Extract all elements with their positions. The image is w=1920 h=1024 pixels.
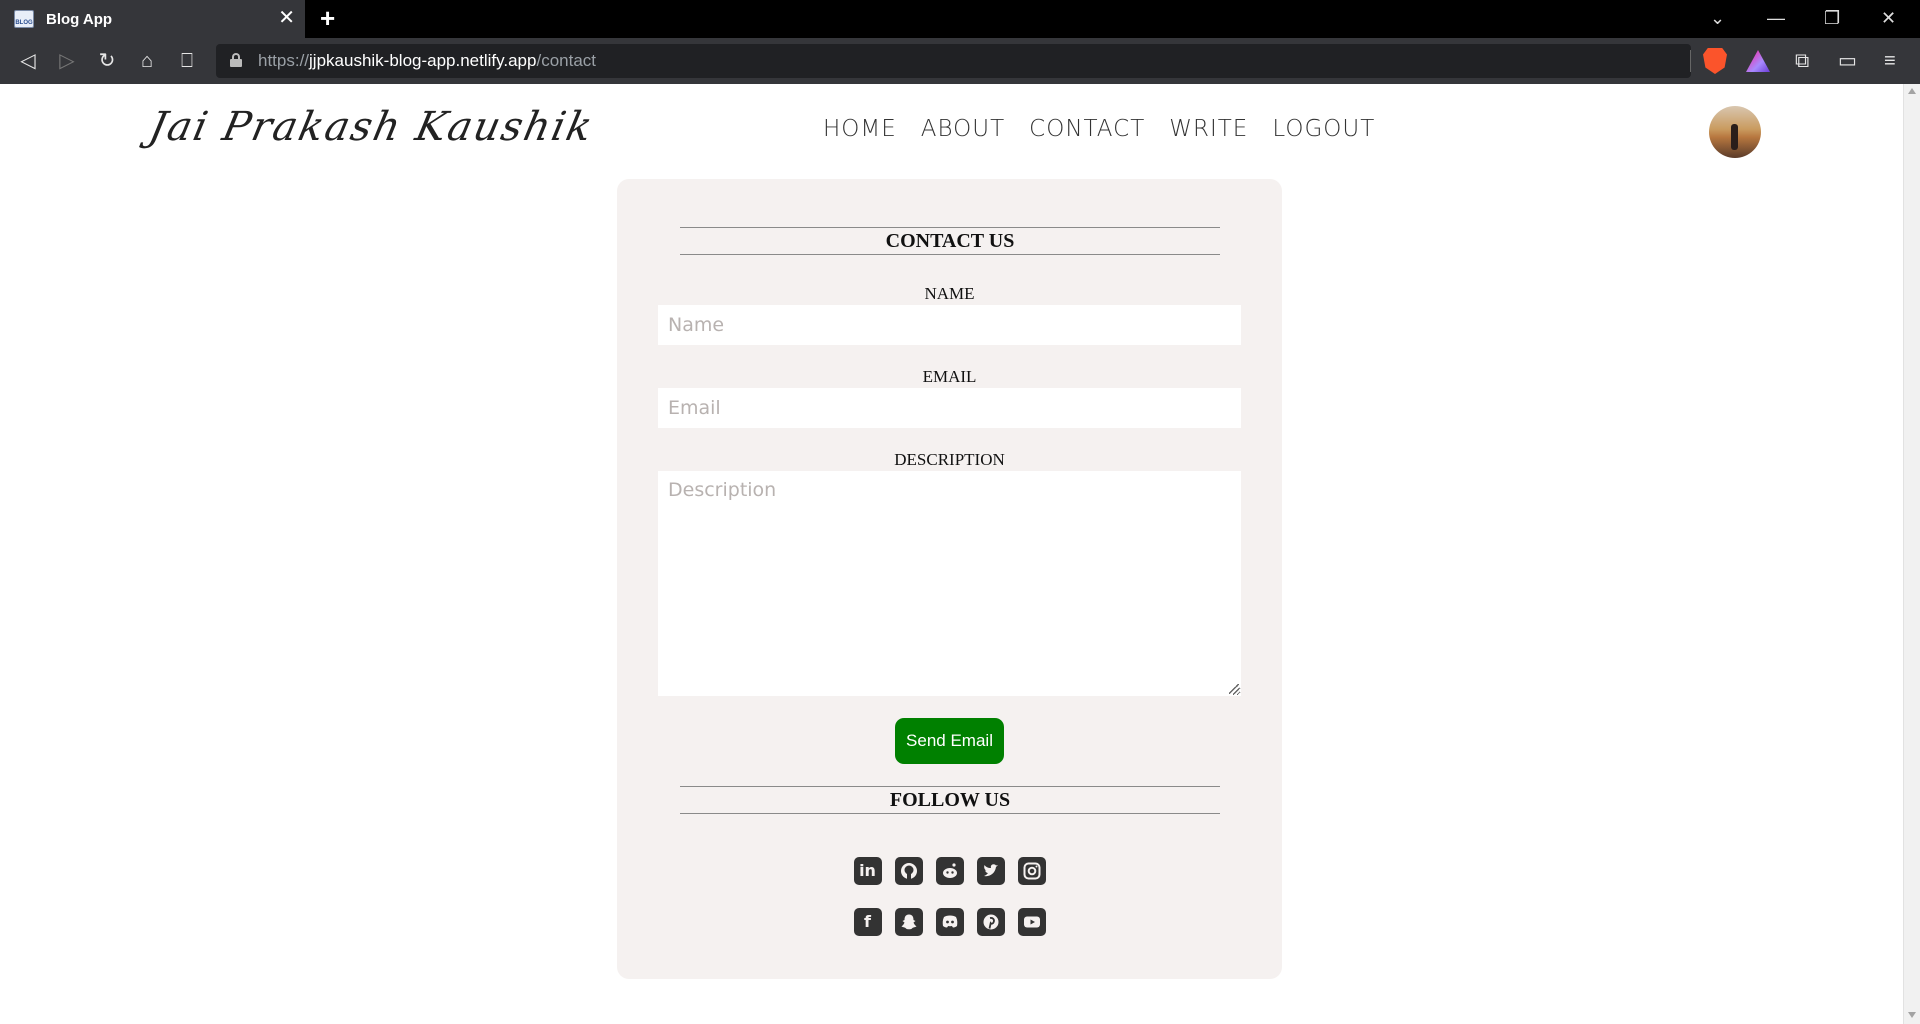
description-textarea[interactable] bbox=[658, 471, 1241, 696]
brave-shields-icon[interactable] bbox=[1703, 48, 1727, 74]
pinterest-icon[interactable] bbox=[976, 908, 1005, 936]
github-icon[interactable] bbox=[894, 857, 923, 885]
back-icon[interactable]: ◁ bbox=[15, 48, 41, 74]
nav-write[interactable]: WRITE bbox=[1169, 116, 1248, 142]
lock-icon[interactable] bbox=[230, 53, 242, 67]
browser-tab-strip: BLOG Blog App ✕ + ⌄ — ❐ ✕ bbox=[0, 0, 1920, 38]
page-scrollbar[interactable] bbox=[1903, 84, 1920, 1024]
forward-icon[interactable]: ▷ bbox=[54, 48, 80, 74]
snapchat-icon[interactable] bbox=[894, 908, 923, 936]
name-label: NAME bbox=[924, 284, 975, 303]
nav-about[interactable]: ABOUT bbox=[921, 116, 1005, 142]
tab-title: Blog App bbox=[46, 10, 113, 28]
bookmark-icon[interactable]: ⎕ bbox=[174, 48, 200, 74]
facebook-icon[interactable]: f bbox=[853, 908, 882, 936]
brave-rewards-icon[interactable] bbox=[1746, 50, 1770, 72]
contact-card: CONTACT US NAME EMAIL DESCRIPTION Send E… bbox=[617, 179, 1282, 979]
textarea-resize-handle[interactable] bbox=[1229, 684, 1239, 694]
new-tab-icon[interactable]: + bbox=[320, 5, 335, 31]
social-row-1: in bbox=[617, 857, 1282, 885]
site-logo[interactable]: Jai Prakash Kaushik bbox=[145, 104, 598, 150]
user-avatar[interactable] bbox=[1709, 106, 1761, 158]
address-bar[interactable]: https://jjpkaushik-blog-app.netlify.app/… bbox=[216, 44, 1691, 78]
email-input[interactable] bbox=[658, 388, 1241, 428]
follow-us-title: FOLLOW US bbox=[680, 786, 1220, 814]
url-text: https://jjpkaushik-blog-app.netlify.app/… bbox=[258, 51, 597, 70]
nav-contact[interactable]: CONTACT bbox=[1029, 116, 1145, 142]
contact-us-title: CONTACT US bbox=[680, 227, 1220, 255]
wallet-icon[interactable]: ▭ bbox=[1838, 48, 1857, 74]
restore-icon[interactable]: ❐ bbox=[1824, 6, 1840, 30]
page-content: Jai Prakash Kaushik HOME ABOUT CONTACT W… bbox=[0, 84, 1903, 1024]
nav-home[interactable]: HOME bbox=[823, 116, 897, 142]
browser-tab[interactable]: BLOG Blog App ✕ bbox=[0, 0, 305, 38]
close-tab-icon[interactable]: ✕ bbox=[278, 8, 295, 28]
close-window-icon[interactable]: ✕ bbox=[1881, 6, 1896, 30]
reddit-icon[interactable] bbox=[935, 857, 964, 885]
toolbar-divider bbox=[1690, 50, 1691, 72]
reload-icon[interactable]: ↻ bbox=[94, 48, 120, 74]
tab-search-icon[interactable]: ⌄ bbox=[1710, 6, 1725, 30]
social-row-2: f bbox=[617, 908, 1282, 936]
nav-logout[interactable]: LOGOUT bbox=[1272, 116, 1375, 142]
linkedin-icon[interactable]: in bbox=[853, 857, 882, 885]
send-email-button[interactable]: Send Email bbox=[895, 718, 1004, 764]
menu-icon[interactable]: ≡ bbox=[1884, 48, 1896, 74]
discord-icon[interactable] bbox=[935, 908, 964, 936]
extensions-icon[interactable]: ⧉ bbox=[1795, 48, 1809, 74]
email-label: EMAIL bbox=[922, 367, 977, 386]
youtube-icon[interactable] bbox=[1017, 908, 1046, 936]
scroll-up-icon[interactable] bbox=[1908, 88, 1916, 94]
minimize-icon[interactable]: — bbox=[1767, 6, 1785, 30]
name-input[interactable] bbox=[658, 305, 1241, 345]
scroll-down-icon[interactable] bbox=[1908, 1012, 1916, 1018]
top-navigation: HOME ABOUT CONTACT WRITE LOGOUT bbox=[823, 116, 1375, 142]
description-label: DESCRIPTION bbox=[894, 450, 1005, 469]
home-icon[interactable]: ⌂ bbox=[134, 48, 160, 74]
instagram-icon[interactable] bbox=[1017, 857, 1046, 885]
blog-favicon-icon: BLOG bbox=[14, 10, 34, 28]
twitter-icon[interactable] bbox=[976, 857, 1005, 885]
address-toolbar: ◁ ▷ ↻ ⌂ ⎕ https://jjpkaushik-blog-app.ne… bbox=[0, 38, 1920, 84]
